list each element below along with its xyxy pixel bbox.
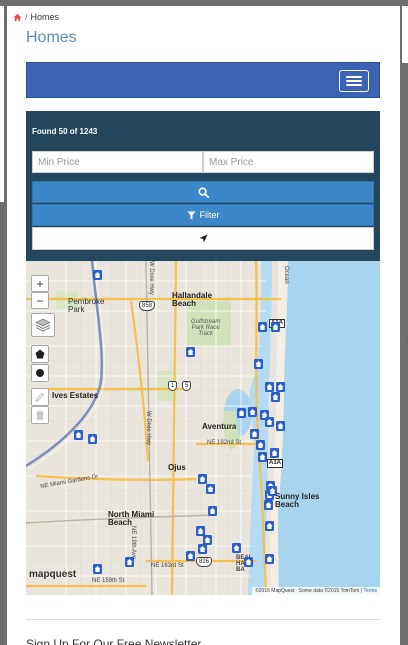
polygon-icon: [35, 349, 45, 359]
location-arrow-icon: [198, 234, 208, 243]
breadcrumb-current: Homes: [30, 12, 60, 22]
search-button[interactable]: [32, 181, 374, 203]
property-marker-icon[interactable]: [265, 414, 274, 427]
map-label-w-dixie-hwy: W Dixie Hwy: [148, 261, 154, 295]
map-label-ne-192nd: NE 192nd St: [207, 440, 242, 446]
zoom-in-button[interactable]: +: [31, 275, 49, 292]
property-marker-icon[interactable]: [258, 319, 267, 332]
map-label-aventura: Aventura: [202, 422, 237, 431]
menu-bar-icon: [346, 76, 362, 78]
home-icon[interactable]: [13, 13, 22, 22]
property-marker-icon[interactable]: [237, 405, 246, 418]
property-marker-icon[interactable]: [206, 481, 215, 494]
navbar: [26, 62, 380, 98]
property-marker-icon[interactable]: [258, 449, 267, 462]
edit-shapes-button[interactable]: [31, 388, 49, 406]
newsletter-heading: Sign Up For Our Free Newsletter: [26, 637, 202, 645]
layers-button[interactable]: [31, 313, 55, 337]
map-label-ives-estates: Ives Estates: [52, 391, 99, 400]
property-marker-icon[interactable]: [93, 561, 102, 574]
trash-icon: [36, 410, 44, 420]
route-858-shield: 858: [139, 301, 156, 311]
map-label-sunny-isles: Sunny Isles Beach: [275, 492, 320, 509]
property-marker-icon[interactable]: [248, 404, 257, 417]
edit-icon: [35, 392, 45, 402]
property-marker-icon[interactable]: [271, 389, 280, 402]
property-marker-icon[interactable]: [125, 554, 134, 567]
search-icon: [197, 186, 209, 198]
property-marker-icon[interactable]: [270, 445, 279, 458]
results-count: Found 50 of 1243: [32, 127, 98, 136]
filter-button-label: Filter: [199, 210, 220, 220]
map-label-ojus: Ojus: [168, 463, 186, 472]
breadcrumb: / Homes: [13, 12, 59, 22]
draw-polygon-button[interactable]: [31, 345, 49, 363]
draw-circle-button[interactable]: [31, 364, 49, 382]
map-label-ne-163rd: NE 163rd St: [151, 563, 184, 569]
listings-map[interactable]: Pembroke Park Hallandale Beach Gulfstrea…: [26, 261, 380, 595]
property-marker-icon[interactable]: [198, 471, 207, 484]
property-marker-icon[interactable]: [74, 427, 83, 440]
map-label-hallandale-beach: Hallandale Beach: [172, 291, 213, 308]
property-marker-icon[interactable]: [276, 418, 285, 431]
property-marker-icon[interactable]: [198, 541, 207, 554]
map-attribution: ©2015 MapQuest · Some data ©2015 TomTom …: [252, 587, 380, 595]
zoom-out-button[interactable]: −: [31, 292, 49, 309]
locate-me-button[interactable]: [32, 227, 374, 250]
map-label-ne-159th: NE 159th St: [92, 578, 125, 584]
property-marker-icon[interactable]: [186, 548, 195, 561]
property-marker-icon[interactable]: [264, 497, 273, 510]
filter-button[interactable]: Filter: [32, 204, 374, 226]
map-label-dixie-hwy-south: W Dixie Hwy: [145, 411, 151, 445]
property-marker-icon[interactable]: [265, 518, 274, 531]
min-price-input[interactable]: [32, 151, 203, 173]
property-marker-icon[interactable]: [88, 431, 97, 444]
breadcrumb-separator: /: [25, 12, 28, 22]
map-label-north-miami-beach: North Miami Beach: [108, 510, 155, 527]
map-label-pembroke-park: Pembroke Park: [68, 297, 105, 314]
circle-icon: [36, 369, 44, 377]
property-marker-icon[interactable]: [254, 356, 263, 369]
terms-link[interactable]: Terms: [363, 588, 377, 594]
property-marker-icon[interactable]: [276, 379, 285, 392]
menu-bar-icon: [346, 80, 362, 82]
route-a1a-shield-mid: A1A: [267, 459, 284, 468]
property-marker-icon[interactable]: [256, 437, 265, 450]
layers-icon: [35, 318, 51, 332]
property-marker-icon[interactable]: [232, 540, 241, 553]
property-marker-icon[interactable]: [93, 267, 102, 280]
map-label-gulfstream-park: Gulfstream Park Race Track: [191, 319, 221, 337]
property-marker-icon[interactable]: [265, 551, 274, 564]
menu-bar-icon: [346, 84, 362, 86]
property-marker-icon[interactable]: [268, 483, 277, 496]
property-marker-icon[interactable]: [186, 344, 195, 357]
property-marker-icon[interactable]: [244, 554, 253, 567]
max-price-input[interactable]: [203, 151, 374, 173]
search-panel: Found 50 of 1243 Filter: [26, 111, 380, 261]
property-marker-icon[interactable]: [250, 426, 259, 439]
edge-fragment-right: [402, 6, 408, 63]
property-marker-icon[interactable]: [271, 319, 280, 332]
delete-shapes-button[interactable]: [31, 406, 49, 424]
edge-fragment-left: [0, 6, 4, 202]
page-title: Homes: [26, 29, 77, 46]
page-panel: / Homes Homes Found 50 of 1243 Filter: [7, 6, 400, 645]
map-label-ocean: Ocean: [283, 266, 289, 284]
property-marker-icon[interactable]: [208, 503, 217, 516]
grip-handle-icon[interactable]: ⋮: [404, 334, 408, 346]
menu-toggle-button[interactable]: [339, 70, 369, 92]
route-826-shield: 826: [196, 557, 213, 567]
filter-icon: [186, 210, 196, 220]
mapquest-logo: mapquest: [29, 569, 77, 580]
footer-divider: [26, 619, 380, 620]
property-marker-icon[interactable]: [265, 379, 274, 392]
